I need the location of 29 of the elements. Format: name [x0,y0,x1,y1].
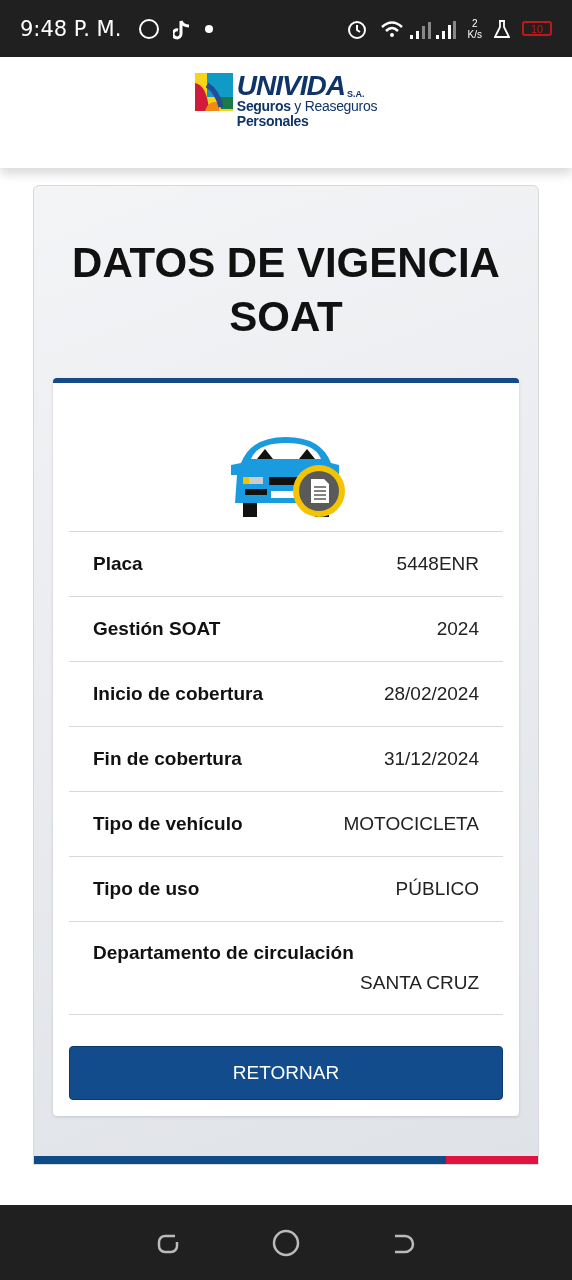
flask-icon [494,19,510,38]
field-label: Inicio de cobertura [93,683,263,705]
network-speed-unit: K/s [467,28,482,40]
field-value: SANTA CRUZ [360,972,479,994]
network-speed: 2 [472,17,478,29]
field-label: Tipo de vehículo [93,813,243,835]
field-value: 28/02/2024 [383,683,479,705]
field-value: 5448ENR [396,553,479,575]
dot-icon [205,24,214,33]
brand-tagline: Personales [236,114,309,129]
logo-mark-icon [194,73,233,111]
battery-indicator: 10 [522,21,552,36]
field-value: MOTOCICLETA [343,813,479,835]
field-label: Fin de cobertura [93,748,242,770]
field-label: Departamento de circulación [93,942,355,964]
home-icon[interactable] [272,1228,300,1257]
return-button[interactable]: RETORNAR [69,1046,503,1100]
signal-icon [379,18,456,39]
field-value: 31/12/2024 [383,748,479,770]
brand-tagline: Seguros y Reaseguros [236,99,378,114]
brand-name: UNIVIDA [236,73,345,99]
field-value: PÚBLICO [395,878,479,900]
page-title: DATOS DE VIGENCIA SOAT [71,238,501,342]
field-label: Tipo de uso [93,878,200,900]
field-label: Placa [93,553,143,575]
status-time: 9:48 P. M. [20,16,122,41]
field-value: 2024 [436,618,479,640]
brand-suffix: S.A. [346,89,365,99]
field-label: Gestión SOAT [93,618,221,640]
